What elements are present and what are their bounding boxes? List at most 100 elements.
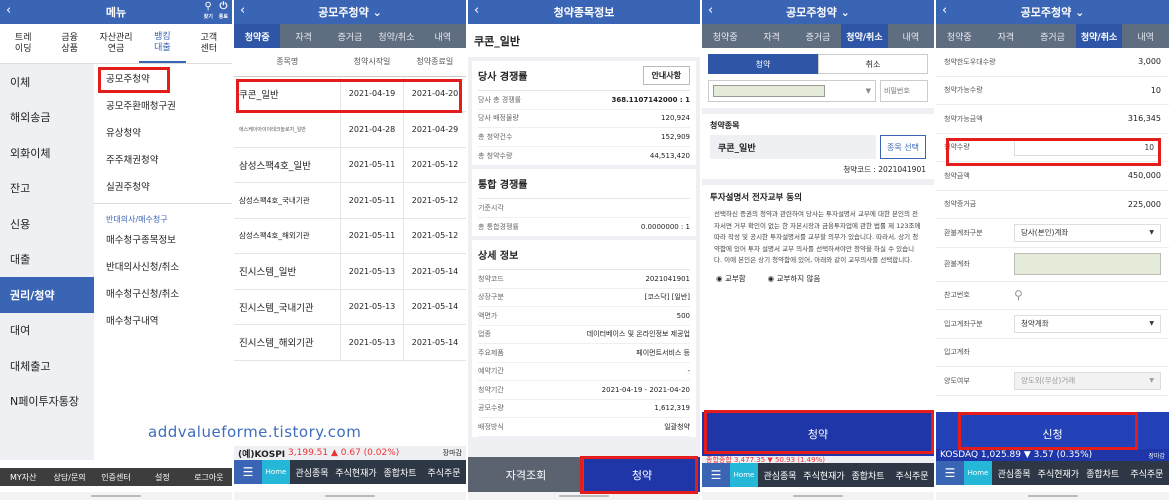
left-menu-item[interactable]: N페이투자통장 [0,384,94,420]
tab-history[interactable]: 내역 [420,24,466,48]
category-banking[interactable]: 뱅킹 대출 [139,24,186,63]
category-asset[interactable]: 자산관리 연금 [93,24,139,63]
table-row[interactable]: 삼성스팩4호_해외기관 2021-05-11 2021-05-12 [234,218,466,254]
nav-item[interactable]: 관심종목 [992,467,1036,480]
transfer-select[interactable]: 양도외(무상)거래 ▼ [1014,371,1161,390]
back-icon[interactable]: ‹ [240,3,245,18]
table-row[interactable]: 삼성스팩4호_국내기관 2021-05-11 2021-05-12 [234,182,466,219]
nav-item[interactable]: 관심종목 [290,466,334,479]
nav-item[interactable]: 관심종목 [758,469,802,482]
deposit-type-select[interactable]: 청약계좌 ▼ [1014,314,1161,333]
left-menu-item[interactable]: 외화이체 [0,135,94,171]
menu-item[interactable]: 주주채권청약 [94,145,232,172]
category-products[interactable]: 금융 상품 [46,24,92,63]
menu-item[interactable]: 반대의사신청/취소 [94,252,232,279]
nav-item[interactable]: 주식현재가 [1036,467,1080,480]
tab-apply-cancel[interactable]: 청약/취소 [373,24,419,48]
nav-item[interactable]: 주식주문 [1125,467,1169,480]
tab-history[interactable]: 내역 [1122,24,1169,48]
home-button[interactable]: Home [262,460,290,484]
category-customer[interactable]: 고객 센터 [186,24,232,63]
nav-item[interactable]: 주식주문 [890,469,934,482]
select-item-button[interactable]: 종목 선택 [880,135,926,159]
left-menu-item[interactable]: 대체출고 [0,348,94,384]
left-menu-item[interactable]: 신용 [0,206,94,242]
menu-item[interactable]: 매수청구신청/취소 [94,279,232,306]
home-button[interactable]: Home [964,461,992,485]
tab-apply-cancel[interactable]: 청약/취소 [841,24,888,48]
apply-form: 청약한도우대수량 3,000 청약가능수량 10 청약가능금액 316,345 청약수… [936,48,1169,396]
back-icon[interactable]: ‹ [708,3,713,18]
page-title[interactable]: 공모주청약 ⌄ [786,4,850,20]
kosdaq-ticker[interactable]: KOSDAQ 1,025.89 ▼ 3.57 (0.35%) 장마감 [936,449,1169,461]
left-menu-item[interactable]: 잔고 [0,171,94,207]
nav-item[interactable]: 주식주문 [422,466,466,479]
radio-deliver[interactable]: ◉ 교부함 [716,273,746,284]
apply-detail-panel: ‹ 공모주청약 ⌄ 청약중 자격 증거금 청약/취소 내역 청약한도우대수량 3,… [936,0,1169,500]
search-icon[interactable]: ⚲ [1014,288,1161,302]
menu-icon[interactable]: ☰ [936,461,964,485]
tab-ongoing[interactable]: 청약중 [936,24,983,48]
left-menu-item-rights[interactable]: 권리/청약 [0,277,94,313]
table-row[interactable]: 에스케이아이이테크놀로지_일반 2021-04-28 2021-04-29 [234,111,466,148]
left-menu-item[interactable]: 대여 [0,313,94,349]
qualification-button[interactable]: 자격조회 [468,457,584,492]
nav-item[interactable]: 종합차트 [1081,467,1125,480]
guide-button[interactable]: 안내사항 [642,66,690,85]
home-button[interactable]: Home [730,463,758,487]
nav-item[interactable]: 종합차트 [378,466,422,479]
menu-item[interactable]: 매수청구종목정보 [94,225,232,252]
tab-ongoing[interactable]: 청약중 [702,24,748,48]
tab-qualification[interactable]: 자격 [280,24,326,48]
refund-type-select[interactable]: 당사(본인)계좌 ▼ [1014,223,1161,242]
page-title[interactable]: 공모주청약 ⌄ [1021,4,1085,20]
nav-item[interactable]: 종합차트 [846,469,890,482]
bottom-item[interactable]: 로그아웃 [186,468,232,486]
back-icon[interactable]: ‹ [942,3,947,18]
ipo-header: ‹ 공모주청약 ⌄ [234,0,466,24]
search-icon[interactable]: ⚲ 찾기 [204,2,213,22]
radio-no-deliver[interactable]: ◉ 교부하지 않음 [768,273,821,284]
menu-item[interactable]: 실권주청약 [94,172,232,199]
power-icon[interactable]: ⏻ 종료 [219,2,228,22]
kospi-ticker[interactable]: (예)KOSPI 3,199.51 ▲ 0.67 (0.02%) 장마감 [234,446,466,460]
tab-deposit[interactable]: 증거금 [1029,24,1076,48]
cancel-segment[interactable]: 취소 [818,54,928,74]
page-title[interactable]: 공모주청약 ⌄ [318,4,382,20]
menu-item[interactable]: 공모주환매청구권 [94,91,232,118]
table-row[interactable]: 진시스템_일반 2021-05-13 2021-05-14 [234,253,466,290]
ipo-tabs: 청약중 자격 증거금 청약/취소 내역 [936,24,1169,48]
tab-deposit[interactable]: 증거금 [327,24,373,48]
apply-segment[interactable]: 청약 [708,54,818,74]
table-row[interactable]: 진시스템_해외기관 2021-05-13 2021-05-14 [234,324,466,361]
password-input[interactable] [880,80,928,102]
bottom-item[interactable]: 인증센터 [93,468,139,486]
detail-card: 상세 정보 청약코드 2021041901 상장구분 [코스닥] [일반] 액면가 5… [472,240,696,437]
refund-account-field[interactable] [1014,253,1161,275]
category-trading[interactable]: 트레 이딩 [0,24,46,63]
tab-qualification[interactable]: 자격 [983,24,1030,48]
left-menu-item[interactable]: 해외송금 [0,100,94,136]
tab-apply-cancel[interactable]: 청약/취소 [1075,24,1123,48]
tab-history[interactable]: 내역 [888,24,934,48]
table-row[interactable]: 진시스템_국내기관 2021-05-13 2021-05-14 [234,289,466,325]
left-menu-item[interactable]: 대출 [0,242,94,278]
menu-icon[interactable]: ☰ [702,463,730,487]
back-icon[interactable]: ‹ [6,3,11,18]
menu-item[interactable]: 매수청구내역 [94,306,232,333]
tab-qualification[interactable]: 자격 [748,24,794,48]
apply-cancel-toggle: 청약 취소 [708,54,928,74]
bottom-item[interactable]: 상담/문의 [46,468,92,486]
bottom-item[interactable]: 설정 [139,468,185,486]
left-menu-item[interactable]: 이체 [0,64,94,100]
account-select[interactable]: ▼ [708,80,876,102]
back-icon[interactable]: ‹ [474,3,479,18]
table-row[interactable]: 삼성스팩4호_일반 2021-05-11 2021-05-12 [234,147,466,183]
nav-item[interactable]: 주식현재가 [334,466,378,479]
nav-item[interactable]: 주식현재가 [802,469,846,482]
tab-deposit[interactable]: 증거금 [795,24,841,48]
tab-ongoing[interactable]: 청약중 [234,24,281,48]
bottom-item[interactable]: MY자산 [0,468,46,486]
menu-item[interactable]: 유상청약 [94,118,232,145]
menu-icon[interactable]: ☰ [234,460,262,484]
